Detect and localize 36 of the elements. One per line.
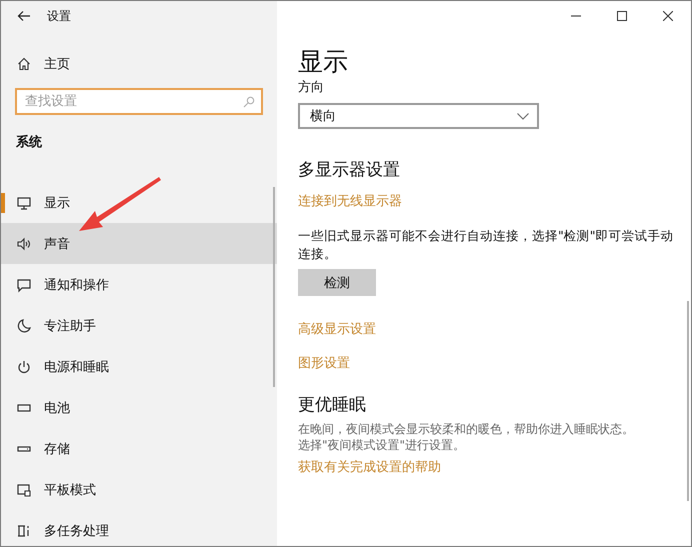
monitor-icon xyxy=(16,194,32,210)
sidebar-item[interactable]: 存储 xyxy=(1,428,277,469)
speaker-icon xyxy=(16,236,32,252)
page-title: 显示 xyxy=(298,46,349,78)
search-icon xyxy=(243,96,255,108)
moon-icon xyxy=(16,318,32,334)
home-item[interactable]: 主页 xyxy=(1,43,277,85)
field-label: 方向 xyxy=(298,79,325,97)
section-heading: 更优睡眠 xyxy=(298,394,367,417)
scrollbar[interactable] xyxy=(273,187,275,387)
close-icon[interactable] xyxy=(663,11,673,21)
section-heading: 多显示器设置 xyxy=(298,159,401,182)
detect-button[interactable]: 检测 xyxy=(298,269,376,296)
back-icon[interactable] xyxy=(17,10,31,22)
sidebar-item[interactable]: 电源和睡眠 xyxy=(1,346,277,387)
description-text: 选择"夜间模式设置"进行设置。 xyxy=(298,437,466,453)
section-heading: 系统 xyxy=(15,134,43,152)
sidebar-item[interactable]: 显示 xyxy=(1,182,277,223)
home-icon xyxy=(17,57,31,71)
search-field[interactable]: 查找设置 xyxy=(15,88,263,115)
maximize-icon[interactable] xyxy=(617,11,627,21)
message-icon xyxy=(16,276,32,292)
scrollbar[interactable] xyxy=(687,301,689,501)
power-icon xyxy=(16,358,32,374)
chevron-down-icon xyxy=(517,112,529,120)
description-text: 在晚间，夜间模式会显示较柔和的暖色，帮助你进入睡眠状态。 xyxy=(298,421,635,437)
description-text: 一些旧式显示器可能不会进行自动连接，选择"检测"即可尝试手动连接。 xyxy=(298,227,674,263)
window-title: 设置 xyxy=(47,8,71,24)
sidebar-item[interactable]: 专注助手 xyxy=(1,305,277,346)
orientation-dropdown[interactable]: 横向 xyxy=(298,103,539,129)
sidebar-item[interactable]: 平板模式 xyxy=(1,469,277,510)
sidebar-item[interactable]: 电池 xyxy=(1,387,277,428)
sidebar-item[interactable]: 通知和操作 xyxy=(1,264,277,305)
sidebar-item[interactable]: 声音 xyxy=(1,223,277,264)
sidebar-item[interactable]: 多任务处理 xyxy=(1,510,277,546)
tablet-icon xyxy=(16,482,32,498)
